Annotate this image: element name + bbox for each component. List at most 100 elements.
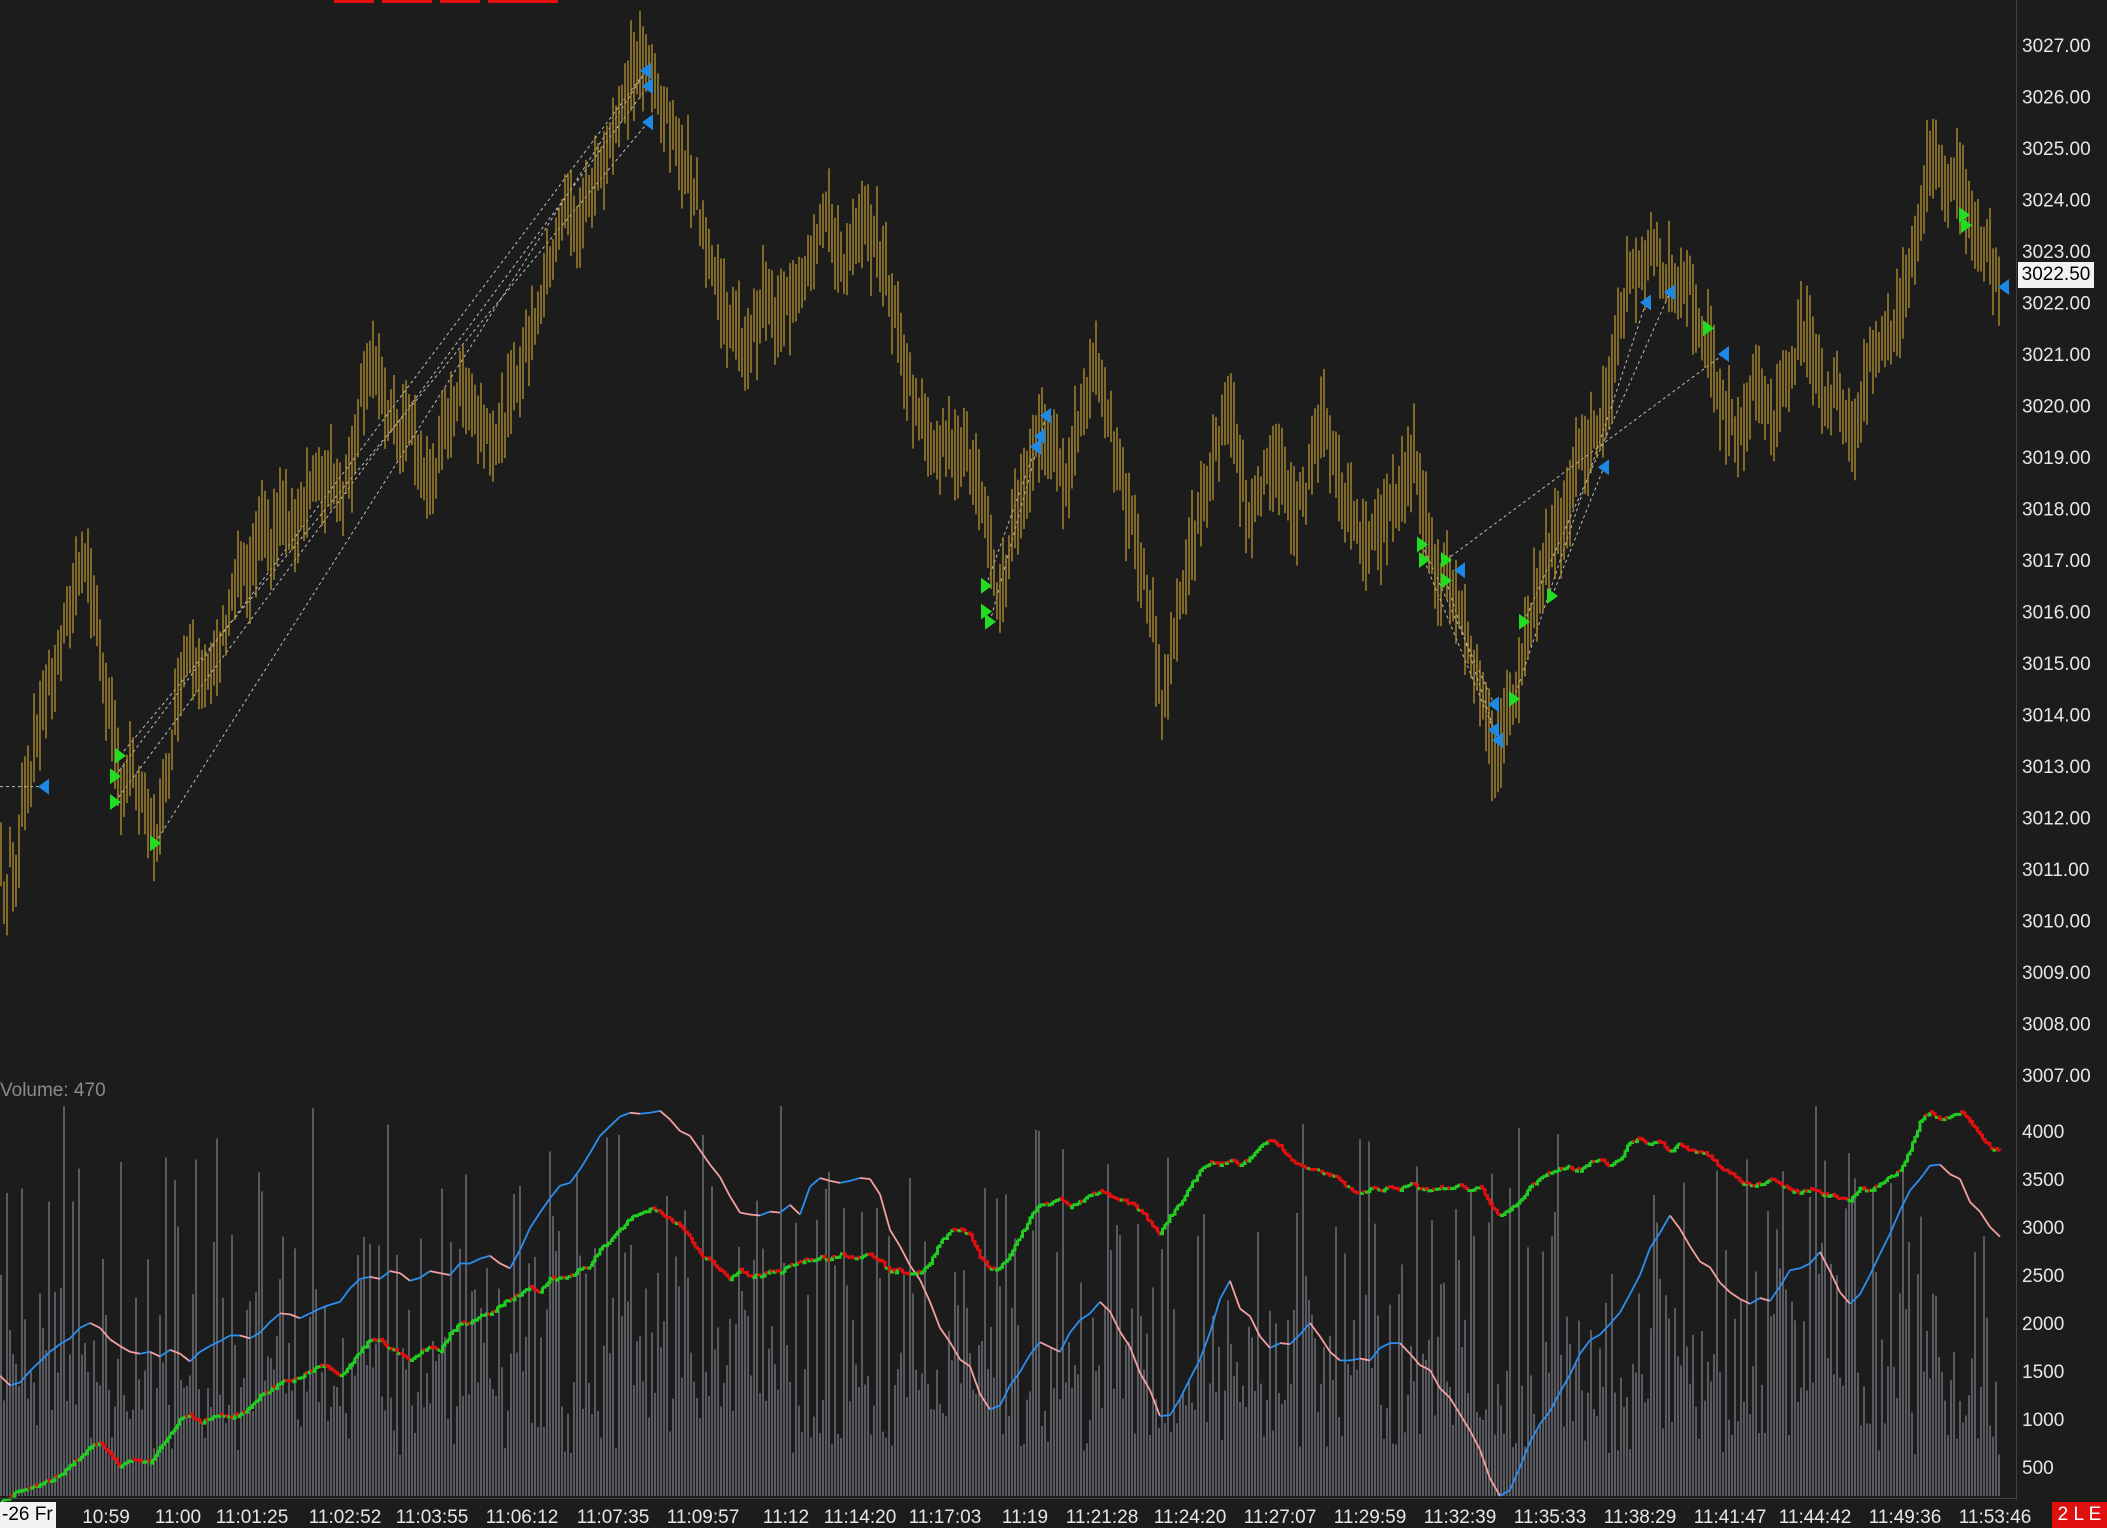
volume-axis: 4000 3500 3000 2500 2000 1500 1000 500: [2022, 1122, 2064, 1479]
time-axis-label: 11:09:57: [667, 1507, 740, 1528]
indicator-segment: [1159, 1414, 1171, 1418]
indicator-segment: [1169, 1398, 1181, 1416]
price-axis-label: 3012.00: [2022, 809, 2091, 830]
indicator-segment: [1219, 1280, 1231, 1300]
cum-delta-step: [1090, 1193, 1094, 1197]
volume-axis-label: 3500: [2022, 1170, 2064, 1191]
indicator-segment: [699, 1149, 711, 1166]
cum-delta-step: [682, 1227, 687, 1233]
cum-delta-step: [970, 1233, 974, 1242]
cum-delta-step: [1740, 1180, 1744, 1185]
cum-delta-step: [947, 1232, 952, 1236]
cum-delta-step: [507, 1299, 512, 1303]
cum-delta-step: [1452, 1186, 1457, 1190]
indicator-segment: [879, 1194, 891, 1231]
cum-delta-step: [955, 1228, 959, 1232]
cum-delta-step: [980, 1256, 984, 1261]
cum-delta-step: [697, 1248, 702, 1254]
trading-chart[interactable]: 3027.00 3026.00 3025.00 3024.00 3023.00 3022.…: [0, 0, 2107, 1528]
cum-delta-step: [1407, 1183, 1412, 1187]
cum-delta-step: [1727, 1170, 1732, 1175]
cum-delta-step: [252, 1401, 257, 1406]
indicator-segment: [959, 1358, 971, 1367]
indicator-segment: [1859, 1274, 1871, 1295]
cum-delta-step: [427, 1346, 432, 1350]
time-axis-label: 11:53:46: [1959, 1507, 2032, 1528]
cum-delta-step: [545, 1282, 549, 1287]
cum-delta-step: [282, 1379, 287, 1383]
cum-delta-step: [750, 1274, 754, 1278]
indicator-segment: [99, 1327, 111, 1340]
indicator-segment: [749, 1213, 761, 1217]
cum-delta-step: [1965, 1114, 1969, 1119]
cum-delta-step: [1437, 1187, 1442, 1191]
cum-delta-step: [182, 1415, 187, 1419]
price-axis-label: 3014.00: [2022, 706, 2091, 727]
cum-delta-step: [1370, 1187, 1374, 1191]
cum-delta-step: [1837, 1197, 1842, 1201]
indicator-segment: [1809, 1251, 1821, 1265]
cum-delta-step: [1395, 1186, 1399, 1190]
cum-delta-step: [880, 1259, 884, 1263]
cum-delta-step: [467, 1321, 472, 1325]
indicator-segment: [1799, 1262, 1811, 1270]
cum-delta-step: [747, 1274, 752, 1278]
toolbar-button[interactable]: [334, 0, 374, 3]
volume-axis-label: 1500: [2022, 1362, 2064, 1383]
trade-link: [1551, 467, 1605, 597]
cum-delta-step: [1242, 1160, 1247, 1166]
cum-delta-step: [1190, 1180, 1194, 1189]
cum-delta-step: [307, 1369, 312, 1375]
cum-delta-step: [230, 1415, 234, 1419]
cum-delta-step: [790, 1262, 794, 1266]
cum-delta-step: [1522, 1194, 1527, 1200]
cum-delta-step: [1180, 1200, 1184, 1206]
cum-delta-step: [745, 1270, 749, 1276]
cum-delta-step: [1887, 1175, 1892, 1179]
cum-delta-step: [1097, 1191, 1102, 1195]
cum-delta-step: [1362, 1190, 1367, 1194]
cum-delta-step: [702, 1255, 707, 1259]
cum-delta-step: [390, 1347, 394, 1351]
cum-delta-step: [197, 1418, 202, 1422]
indicator-segment: [679, 1130, 691, 1137]
cum-delta-step: [1687, 1148, 1692, 1152]
cum-delta-step: [922, 1267, 927, 1273]
cum-delta-step: [1402, 1185, 1407, 1189]
cum-delta-step: [260, 1393, 264, 1397]
cum-delta-step: [1607, 1164, 1612, 1168]
indicator-segment: [669, 1118, 681, 1132]
cum-delta-step: [562, 1275, 567, 1279]
cum-delta-step: [1065, 1201, 1069, 1205]
cum-delta-step: [1490, 1202, 1494, 1209]
cum-delta-step: [1922, 1114, 1927, 1121]
position-status-badge[interactable]: 2 L E: [2052, 1502, 2107, 1528]
toolbar-button[interactable]: [440, 0, 480, 3]
indicator-segment: [1349, 1357, 1361, 1362]
cum-delta-step: [1915, 1130, 1919, 1138]
cum-delta-step: [1280, 1143, 1284, 1151]
cum-delta-step: [1625, 1144, 1629, 1152]
cum-delta-step: [1685, 1145, 1689, 1151]
cum-delta-step: [547, 1277, 552, 1285]
cum-delta-step: [997, 1266, 1002, 1271]
cum-delta-step: [592, 1255, 597, 1263]
price-axis-label: 3018.00: [2022, 500, 2091, 521]
cum-delta-step: [1145, 1213, 1149, 1221]
indicator-segment: [499, 1262, 511, 1270]
cum-delta-step: [65, 1468, 69, 1472]
cum-delta-step: [1170, 1213, 1174, 1217]
cum-delta-step: [1232, 1158, 1237, 1162]
toolbar-button[interactable]: [382, 0, 432, 3]
toolbar-button[interactable]: [488, 0, 558, 3]
indicator-segment: [1729, 1291, 1741, 1300]
indicator-segment: [1969, 1201, 1981, 1213]
cum-delta-step: [1325, 1171, 1329, 1175]
cum-delta-step: [1790, 1188, 1794, 1193]
cum-delta-step: [107, 1450, 112, 1456]
indicator-segment: [859, 1177, 871, 1180]
indicator-segment: [1629, 1274, 1641, 1295]
indicator-segment: [709, 1164, 721, 1178]
price-chart[interactable]: 3027.003026.003025.003024.003023.003022.…: [0, 0, 2107, 1528]
cum-delta-step: [1135, 1204, 1139, 1211]
